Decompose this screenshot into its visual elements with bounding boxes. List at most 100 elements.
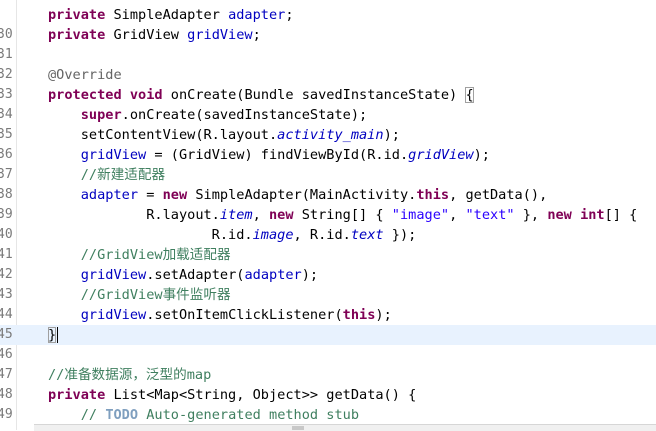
code-token: private (48, 27, 106, 43)
code-token: super (80, 107, 122, 123)
code-token: onCreate(Bundle savedInstanceState) (162, 87, 466, 103)
code-token: ); (473, 147, 490, 163)
code-token: @Override (48, 67, 122, 83)
line-number: 49 (0, 407, 13, 422)
line-number: 40 (0, 227, 13, 242)
code-line[interactable]: 35 setContentView(R.layout.activity_main… (0, 125, 656, 145)
code-line[interactable]: 40 R.id.image, R.id.text }); (0, 225, 656, 245)
line-number: 45 (0, 327, 13, 342)
code-token: protected (48, 87, 122, 103)
code-token: , (449, 207, 466, 223)
line-number: 42 (0, 267, 13, 282)
code-token: int (580, 207, 605, 223)
code-text: //GridView事件监听器 (48, 285, 231, 305)
code-line[interactable]: 33 protected void onCreate(Bundle savedIn… (0, 85, 656, 105)
code-token: .onCreate(savedInstanceState); (121, 107, 368, 123)
line-number: 34 (0, 107, 13, 122)
code-token: item (219, 207, 253, 223)
code-text: private SimpleAdapter adapter; (48, 5, 294, 25)
text-cursor (57, 327, 59, 343)
line-number: 43 (0, 287, 13, 302)
code-line[interactable]: 38 adapter = new SimpleAdapter(MainActiv… (0, 185, 656, 205)
code-token: activity_main (277, 127, 384, 143)
code-token: ); (301, 267, 319, 283)
code-token: gridView (187, 27, 253, 43)
code-line[interactable]: 41 //GridView加载适配器 (0, 245, 656, 265)
code-line[interactable]: 47 //准备数据源，泛型的map (0, 365, 656, 385)
code-token: "image" (391, 207, 450, 223)
code-text: private List<Map<String, Object>> getDat… (48, 385, 416, 405)
code-line[interactable]: 44 gridView.setOnItemClickListener(this)… (0, 305, 656, 325)
code-text: // TODO Auto-generated method stub (48, 405, 359, 425)
code-line[interactable]: 32 @Override (0, 65, 656, 85)
code-token: , getData(), (449, 187, 548, 203)
code-token: ); (383, 127, 400, 143)
code-token: String[] { (293, 207, 392, 223)
scrollbar-thumb[interactable] (292, 426, 304, 430)
code-line[interactable]: 36 gridView = (GridView) findViewById(R.… (0, 145, 656, 165)
code-text: gridView = (GridView) findViewById(R.id.… (48, 145, 490, 165)
code-token: R.layout. (48, 207, 220, 223)
code-token: }, (514, 207, 548, 223)
code-text: //新建适配器 (48, 165, 165, 185)
code-line[interactable]: 45} (0, 325, 656, 345)
code-token: //GridView事件监听器 (80, 287, 231, 303)
code-text: R.layout.item, new String[] { "image", "… (48, 205, 637, 225)
line-number: 33 (0, 87, 13, 102)
code-token: }); (383, 227, 417, 243)
code-token: TODO (105, 407, 139, 423)
code-text: //GridView加载适配器 (48, 245, 231, 265)
code-token: "text" (465, 207, 515, 223)
code-token: .setOnItemClickListener( (146, 307, 343, 323)
code-line[interactable]: 30 private GridView gridView; (0, 25, 656, 45)
code-line[interactable]: 46 (0, 345, 656, 365)
code-token: SimpleAdapter (105, 7, 229, 23)
code-token: gridView (80, 307, 147, 323)
code-token: ); (375, 307, 392, 323)
code-token: [] { (604, 207, 638, 223)
code-editor[interactable]: private SimpleAdapter adapter; 30 private … (0, 0, 656, 431)
code-line[interactable]: 39 R.layout.item, new String[] { "image"… (0, 205, 656, 225)
code-token: = (GridView) findViewById(R.id. (146, 147, 409, 163)
code-token: new (269, 207, 294, 223)
code-line[interactable]: 31 (0, 45, 656, 65)
line-number: 30 (0, 27, 13, 42)
line-number: 47 (0, 367, 13, 382)
code-token: R.id. (48, 227, 253, 243)
line-number: 38 (0, 187, 13, 202)
matching-brace: { (465, 87, 474, 103)
code-line[interactable]: 49 // TODO Auto-generated method stub (0, 405, 656, 425)
code-token: adapter (244, 267, 302, 283)
code-text: @Override (48, 65, 122, 85)
code-token: ; (252, 27, 261, 43)
code-token: new (162, 187, 188, 203)
code-line[interactable]: 37 //新建适配器 (0, 165, 656, 185)
code-line[interactable]: 42 gridView.setAdapter(adapter); (0, 265, 656, 285)
code-token: , (252, 207, 269, 223)
code-token: .setAdapter( (146, 267, 245, 283)
code-token: setContentView(R.layout. (48, 127, 278, 143)
code-token: gridView (80, 147, 147, 163)
code-text: setContentView(R.layout.activity_main); (48, 125, 400, 145)
code-line[interactable]: private SimpleAdapter adapter; (0, 5, 656, 25)
code-line[interactable]: 34 super.onCreate(savedInstanceState); (0, 105, 656, 125)
code-text: gridView.setOnItemClickListener(this); (48, 305, 392, 325)
code-token: void (129, 87, 163, 103)
code-token: //准备数据源，泛型的map (48, 367, 212, 383)
code-text: R.id.image, R.id.text }); (48, 225, 417, 245)
code-token: image (252, 227, 294, 243)
line-number: 37 (0, 167, 13, 182)
code-line[interactable]: 43 //GridView事件监听器 (0, 285, 656, 305)
code-token: , R.id. (293, 227, 351, 243)
code-line[interactable]: 48 private List<Map<String, Object>> getD… (0, 385, 656, 405)
code-token: GridView (105, 27, 188, 43)
code-token: List<Map<String, Object>> getData() { (105, 387, 417, 403)
code-token: gridView (80, 267, 147, 283)
code-text: protected void onCreate(Bundle savedInst… (48, 85, 474, 105)
